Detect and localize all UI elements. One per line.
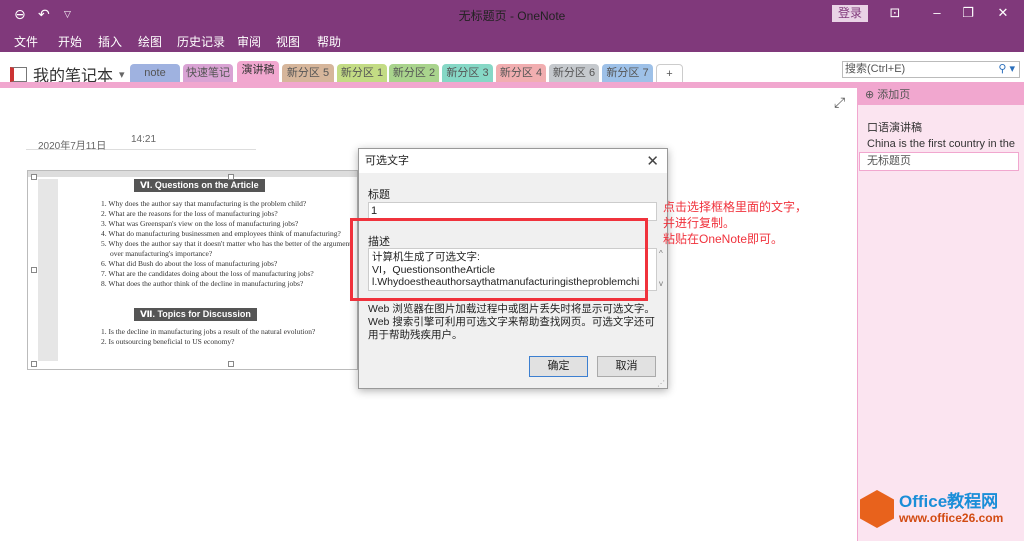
page-time: 14:21 xyxy=(131,134,157,145)
annotation-text: 点击选择框格里面的文字， 并进行复制。 粘贴在OneNote即可。 xyxy=(663,199,807,247)
expand-icon[interactable]: ⤢ xyxy=(834,94,845,111)
image-text-line: 4. What do manufacturing businessmen and… xyxy=(101,229,341,238)
page-date: 2020年7月11日 xyxy=(38,141,107,152)
page-item-title[interactable]: 口语演讲稿 xyxy=(867,119,922,135)
page-image[interactable]: Ⅵ. Questions on the Article Ⅶ. Topics fo… xyxy=(27,170,358,370)
scroll-up-icon[interactable]: ^ xyxy=(659,249,663,258)
add-page-button[interactable]: ⊕ 添加页 xyxy=(857,86,1024,105)
search-input[interactable]: 搜索(Ctrl+E) ⚲ ▾ xyxy=(842,61,1020,78)
watermark-logo: Office教程网 www.office26.com xyxy=(860,490,1003,528)
section-tab[interactable]: 快速笔记 xyxy=(183,64,233,83)
dialog-title: 可选文字 xyxy=(359,149,667,173)
image-heading-questions: Ⅵ. Questions on the Article xyxy=(134,179,265,192)
menu-insert[interactable]: 插入 xyxy=(98,33,122,50)
page-item-preview: China is the first country in the xyxy=(867,138,1015,150)
title-label: 标题 xyxy=(368,189,390,201)
ok-button[interactable]: 确定 xyxy=(529,356,588,377)
resize-handle[interactable] xyxy=(228,361,234,367)
resize-grip-icon[interactable]: ⋰ xyxy=(657,379,665,388)
image-text-line: 1. Why does the author say that manufact… xyxy=(101,199,307,208)
section-tab[interactable]: note xyxy=(130,64,180,83)
annotation-highlight-box xyxy=(350,218,648,301)
minimize-button[interactable]: – xyxy=(922,5,952,20)
section-tab[interactable]: 新分区 7 xyxy=(602,64,653,83)
image-text-line: 3. What was Greenspan's view on the loss… xyxy=(101,219,299,228)
resize-handle[interactable] xyxy=(31,174,37,180)
add-section-button[interactable]: + xyxy=(656,64,683,83)
plus-circle-icon: ⊕ xyxy=(865,89,878,101)
annotation-line: 并进行复制。 xyxy=(663,216,736,230)
annotation-line: 粘贴在OneNote即可。 xyxy=(663,232,784,246)
image-text-line: 8. What does the author think of the dec… xyxy=(101,279,304,288)
cancel-button[interactable]: 取消 xyxy=(597,356,656,377)
image-text-line: over manufacturing's importance? xyxy=(110,249,213,258)
menu-draw[interactable]: 绘图 xyxy=(138,33,162,50)
section-tab[interactable]: 新分区 5 xyxy=(282,64,334,83)
window-title: 无标题页 - OneNote xyxy=(458,9,566,23)
image-text-line: 1. Is the decline in manufacturing jobs … xyxy=(101,327,316,336)
section-tab[interactable]: 演讲稿 xyxy=(237,61,279,83)
section-tab[interactable]: 新分区 6 xyxy=(549,64,599,83)
menu-file[interactable]: 文件 xyxy=(14,33,38,50)
login-button[interactable]: 登录 xyxy=(832,5,868,22)
image-text-line: 7. What are the candidates doing about t… xyxy=(101,269,314,278)
menu-help[interactable]: 帮助 xyxy=(317,33,341,50)
menu-review[interactable]: 审阅 xyxy=(237,33,261,50)
image-text-line: 2. Is outsourcing beneficial to US econo… xyxy=(101,337,235,346)
notebook-icon xyxy=(10,66,27,82)
image-text-line: 6. What did Bush do about the loss of ma… xyxy=(101,259,278,268)
resize-handle[interactable] xyxy=(31,361,37,367)
help-text: Web 浏览器在图片加载过程中或图片丢失时将显示可选文字。Web 搜索引擎可利用… xyxy=(368,303,655,341)
close-icon[interactable]: ✕ xyxy=(646,152,659,170)
chevron-down-icon: ▾ xyxy=(119,68,125,81)
menu-home[interactable]: 开始 xyxy=(58,33,82,50)
menu-view[interactable]: 视图 xyxy=(276,33,300,50)
section-tab[interactable]: 新分区 1 xyxy=(337,64,387,83)
close-button[interactable]: ✕ xyxy=(988,5,1018,21)
page-item-selected[interactable]: 无标题页 xyxy=(859,152,1019,171)
image-heading-topics: Ⅶ. Topics for Discussion xyxy=(134,308,257,321)
add-page-label: 添加页 xyxy=(877,89,911,101)
annotation-line: 点击选择框格里面的文字， xyxy=(663,200,808,214)
search-icon[interactable]: ⚲ ▾ xyxy=(998,62,1015,77)
resize-handle[interactable] xyxy=(31,267,37,273)
fullscreen-icon[interactable]: ⊡ xyxy=(880,5,910,21)
watermark-brand: Office教程网 xyxy=(899,492,999,511)
resize-handle[interactable] xyxy=(228,174,234,180)
section-tab[interactable]: 新分区 4 xyxy=(496,64,546,83)
search-placeholder: 搜索(Ctrl+E) xyxy=(845,63,906,75)
image-text-line: 5. Why does the author say that it doesn… xyxy=(101,239,352,248)
image-text-line: 2. What are the reasons for the loss of … xyxy=(101,209,278,218)
restore-button[interactable]: ❐ xyxy=(953,5,983,21)
section-tab[interactable]: 新分区 3 xyxy=(442,64,493,83)
watermark-url: www.office26.com xyxy=(899,511,1004,525)
office-logo-icon xyxy=(860,490,894,528)
scroll-down-icon[interactable]: v xyxy=(659,279,663,288)
menu-history[interactable]: 历史记录 xyxy=(177,33,225,50)
section-tab[interactable]: 新分区 2 xyxy=(389,64,439,83)
